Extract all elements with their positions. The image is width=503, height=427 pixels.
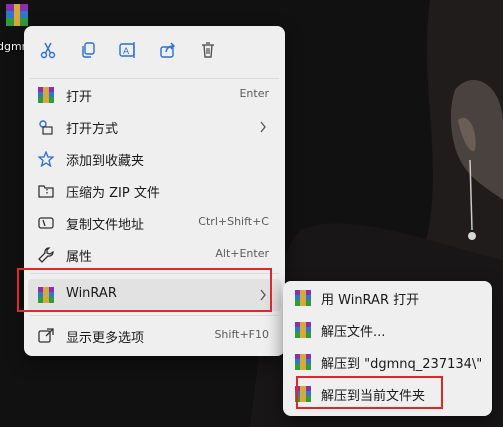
chevron-right-icon <box>260 289 266 301</box>
cut-icon[interactable] <box>36 38 60 62</box>
submenu-item-extract-to-folder[interactable]: 解压到 "dgmnq_237134\" <box>287 347 488 377</box>
winrar-icon <box>295 290 311 306</box>
separator <box>30 315 279 316</box>
copy-path-icon <box>38 217 54 229</box>
winrar-icon <box>295 386 311 402</box>
submenu-item-label: 用 WinRAR 打开 <box>321 293 420 308</box>
menu-item-shortcut: Shift+F10 <box>214 328 269 341</box>
winrar-submenu: 用 WinRAR 打开 解压文件... 解压到 "dgmnq_237134\" … <box>283 281 492 416</box>
winrar-icon <box>295 354 311 370</box>
menu-item-compress-zip[interactable]: 压缩为 ZIP 文件 <box>28 175 281 207</box>
winrar-icon <box>295 322 311 338</box>
chevron-right-icon <box>260 121 266 133</box>
menu-item-label: 添加到收藏夹 <box>66 154 145 169</box>
separator <box>30 273 279 274</box>
menu-item-label: 打开 <box>66 90 93 105</box>
delete-icon[interactable] <box>196 38 220 62</box>
menu-item-open-with[interactable]: 打开方式 <box>28 111 281 143</box>
wrench-icon <box>38 247 54 263</box>
context-menu-toolbar: A <box>24 26 285 74</box>
menu-item-label: 属性 <box>66 250 93 265</box>
submenu-item-extract-files[interactable]: 解压文件... <box>287 315 488 345</box>
menu-item-label: 打开方式 <box>66 122 119 137</box>
submenu-item-extract-here[interactable]: 解压到当前文件夹 <box>287 379 488 409</box>
zip-folder-icon <box>38 185 54 198</box>
menu-item-copy-path[interactable]: 复制文件地址 Ctrl+Shift+C <box>28 207 281 239</box>
menu-item-shortcut: Ctrl+Shift+C <box>198 215 269 228</box>
menu-item-open[interactable]: 打开 Enter <box>28 79 281 111</box>
svg-text:A: A <box>123 47 130 57</box>
copy-icon[interactable] <box>76 38 100 62</box>
menu-item-shortcut: Alt+Enter <box>215 247 269 260</box>
menu-item-label: 显示更多选项 <box>66 331 145 346</box>
submenu-item-label: 解压文件... <box>321 325 386 340</box>
star-icon <box>38 151 54 167</box>
menu-item-shortcut: Enter <box>239 87 269 100</box>
menu-item-label: 复制文件地址 <box>66 218 145 233</box>
context-menu: A 打开 Enter 打开方式 添加到收藏夹 压缩为 ZIP 文件 复制文件地址… <box>24 26 285 356</box>
menu-item-winrar[interactable]: WinRAR <box>28 279 281 311</box>
menu-item-add-favorites[interactable]: 添加到收藏夹 <box>28 143 281 175</box>
more-options-icon <box>38 328 54 343</box>
open-with-icon <box>39 120 53 135</box>
submenu-item-open-with-winrar[interactable]: 用 WinRAR 打开 <box>287 283 488 313</box>
winrar-icon <box>38 87 54 103</box>
menu-item-show-more-options[interactable]: 显示更多选项 Shift+F10 <box>28 320 281 352</box>
menu-item-label: 压缩为 ZIP 文件 <box>66 186 160 201</box>
submenu-item-label: 解压到 "dgmnq_237134\" <box>321 357 483 372</box>
rename-icon[interactable]: A <box>116 38 140 62</box>
menu-item-properties[interactable]: 属性 Alt+Enter <box>28 239 281 271</box>
winrar-icon <box>38 287 54 303</box>
winrar-archive-icon <box>6 4 28 26</box>
share-icon[interactable] <box>156 38 180 62</box>
menu-item-label: WinRAR <box>66 286 117 301</box>
submenu-item-label: 解压到当前文件夹 <box>321 389 426 404</box>
